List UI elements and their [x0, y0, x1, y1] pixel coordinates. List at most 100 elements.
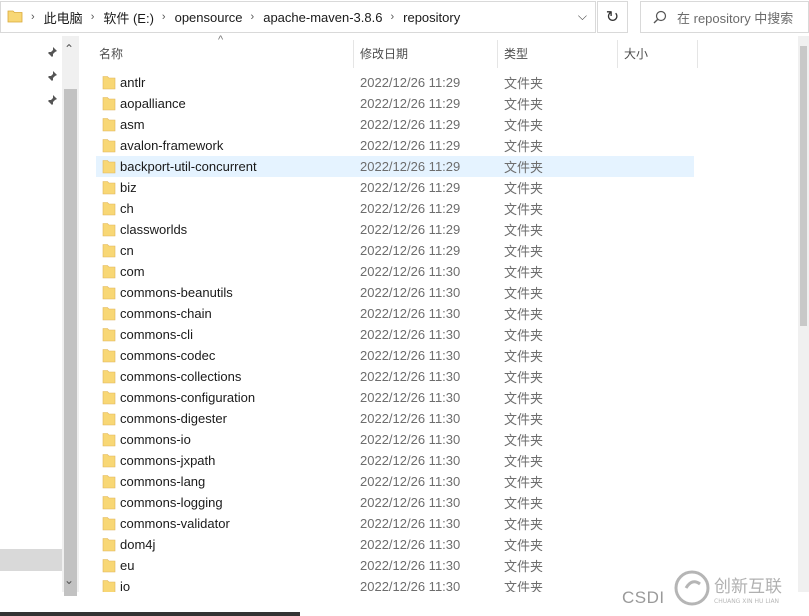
list-item[interactable]: commons-digester 2022/12/26 11:30 文件夹 [96, 408, 694, 429]
list-item[interactable]: aopalliance 2022/12/26 11:29 文件夹 [96, 93, 694, 114]
item-date: 2022/12/26 11:30 [360, 537, 461, 552]
column-divider[interactable] [353, 40, 354, 68]
item-type: 文件夹 [504, 223, 544, 238]
item-name: commons-codec [120, 348, 216, 363]
breadcrumb-item[interactable]: › repository [382, 8, 460, 27]
list-item[interactable]: commons-io 2022/12/26 11:30 文件夹 [96, 429, 694, 450]
item-date: 2022/12/26 11:29 [360, 243, 461, 258]
list-item[interactable]: commons-lang 2022/12/26 11:30 文件夹 [96, 471, 694, 492]
column-name[interactable]: 名称 [99, 36, 123, 70]
breadcrumb-item[interactable]: › 此电脑 [23, 8, 83, 27]
folder-icon [102, 390, 116, 408]
pin-icon[interactable] [46, 46, 58, 58]
list-item[interactable]: dom4j 2022/12/26 11:30 文件夹 [96, 534, 694, 555]
folder-icon [102, 411, 116, 429]
scroll-down-icon[interactable]: ⌄ [64, 573, 74, 587]
item-date: 2022/12/26 11:30 [360, 516, 461, 531]
item-name: backport-util-concurrent [120, 159, 257, 174]
list-item[interactable]: biz 2022/12/26 11:29 文件夹 [96, 177, 694, 198]
list-item[interactable]: commons-logging 2022/12/26 11:30 文件夹 [96, 492, 694, 513]
item-date: 2022/12/26 11:30 [360, 558, 461, 573]
search-icon [653, 10, 667, 24]
folder-icon [102, 327, 116, 345]
chevron-right-icon[interactable]: › [91, 11, 95, 23]
breadcrumb: › 此电脑 › 软件 (E:) › opensource › apache-maven-3.8… [23, 8, 460, 27]
list-item[interactable]: antlr 2022/12/26 11:29 文件夹 [96, 72, 694, 93]
chevron-down-icon[interactable]: ⌵ [578, 9, 587, 24]
item-date: 2022/12/26 11:29 [360, 159, 461, 174]
list-item[interactable]: classworlds 2022/12/26 11:29 文件夹 [96, 219, 694, 240]
column-divider[interactable] [617, 40, 618, 68]
folder-icon [102, 264, 116, 282]
list-item[interactable]: commons-validator 2022/12/26 11:30 文件夹 [96, 513, 694, 534]
list-item[interactable]: commons-jxpath 2022/12/26 11:30 文件夹 [96, 450, 694, 471]
item-name: commons-logging [120, 495, 223, 510]
folder-icon [102, 75, 116, 93]
item-date: 2022/12/26 11:29 [360, 138, 461, 153]
item-name: commons-chain [120, 306, 212, 321]
item-name: aopalliance [120, 96, 186, 111]
refresh-button[interactable]: ↻ [597, 1, 628, 33]
scroll-up-icon[interactable]: ⌃ [64, 42, 74, 56]
column-size[interactable]: 大小 [624, 36, 648, 70]
column-date[interactable]: 修改日期 [360, 36, 408, 70]
list-item[interactable]: avalon-framework 2022/12/26 11:29 文件夹 [96, 135, 694, 156]
item-type: 文件夹 [504, 160, 544, 175]
scrollbar-thumb[interactable] [64, 89, 77, 596]
item-date: 2022/12/26 11:29 [360, 75, 461, 90]
column-divider[interactable] [497, 40, 498, 68]
chevron-right-icon[interactable]: › [390, 11, 394, 23]
breadcrumb-item[interactable]: › opensource [154, 8, 243, 27]
column-type[interactable]: 类型 [504, 36, 528, 70]
search-input[interactable]: 在 repository 中搜索 [677, 8, 793, 27]
watermark-logo: 创新互联 CHUANG XIN HU LIAN [674, 570, 782, 606]
folder-icon [102, 306, 116, 324]
column-header: ^ 名称 修改日期 类型 大小 [80, 34, 798, 70]
breadcrumb-item[interactable]: › apache-maven-3.8.6 [243, 8, 383, 27]
list-scrollbar[interactable] [798, 36, 809, 592]
folder-icon [102, 117, 116, 135]
address-toolbar: › 此电脑 › 软件 (E:) › opensource › apache-maven-3.8… [0, 0, 809, 36]
search-box[interactable]: 在 repository 中搜索 [640, 1, 809, 33]
list-item[interactable]: io 2022/12/26 11:30 文件夹 [96, 576, 694, 592]
item-name: antlr [120, 75, 146, 90]
item-type: 文件夹 [504, 475, 544, 490]
nav-selected-item[interactable] [0, 549, 62, 571]
list-item[interactable]: backport-util-concurrent 2022/12/26 11:29… [96, 156, 694, 177]
list-item[interactable]: commons-beanutils 2022/12/26 11:30 文件夹 [96, 282, 694, 303]
item-type: 文件夹 [504, 517, 544, 532]
chevron-right-icon[interactable]: › [31, 11, 35, 23]
item-name: commons-validator [120, 516, 230, 531]
pin-icon[interactable] [46, 94, 58, 106]
list-item[interactable]: commons-cli 2022/12/26 11:30 文件夹 [96, 324, 694, 345]
item-date: 2022/12/26 11:30 [360, 411, 461, 426]
list-item[interactable]: commons-codec 2022/12/26 11:30 文件夹 [96, 345, 694, 366]
item-name: cn [120, 243, 134, 258]
item-type: 文件夹 [504, 76, 544, 91]
address-bar[interactable]: › 此电脑 › 软件 (E:) › opensource › apache-maven-3.8… [0, 1, 596, 33]
column-divider[interactable] [697, 40, 698, 68]
breadcrumb-label: 软件 (E:) [103, 10, 154, 26]
pin-icon[interactable] [46, 70, 58, 82]
item-date: 2022/12/26 11:29 [360, 201, 461, 216]
item-type: 文件夹 [504, 265, 544, 280]
list-item[interactable]: ch 2022/12/26 11:29 文件夹 [96, 198, 694, 219]
list-item[interactable]: cn 2022/12/26 11:29 文件夹 [96, 240, 694, 261]
list-item[interactable]: commons-chain 2022/12/26 11:30 文件夹 [96, 303, 694, 324]
list-item[interactable]: com 2022/12/26 11:30 文件夹 [96, 261, 694, 282]
chevron-right-icon[interactable]: › [251, 11, 255, 23]
list-item[interactable]: asm 2022/12/26 11:29 文件夹 [96, 114, 694, 135]
folder-icon [102, 201, 116, 219]
folder-icon [102, 579, 116, 592]
chevron-right-icon[interactable]: › [162, 11, 166, 23]
list-item[interactable]: commons-collections 2022/12/26 11:30 文件夹 [96, 366, 694, 387]
folder-icon [102, 369, 116, 387]
folder-icon [102, 138, 116, 156]
scrollbar-thumb[interactable] [800, 46, 807, 326]
folder-icon [102, 222, 116, 240]
list-item[interactable]: eu 2022/12/26 11:30 文件夹 [96, 555, 694, 576]
breadcrumb-item[interactable]: › 软件 (E:) [83, 8, 154, 27]
nav-scrollbar[interactable]: ⌃ ⌄ [62, 36, 79, 596]
folder-icon [102, 180, 116, 198]
list-item[interactable]: commons-configuration 2022/12/26 11:30 文件夹 [96, 387, 694, 408]
